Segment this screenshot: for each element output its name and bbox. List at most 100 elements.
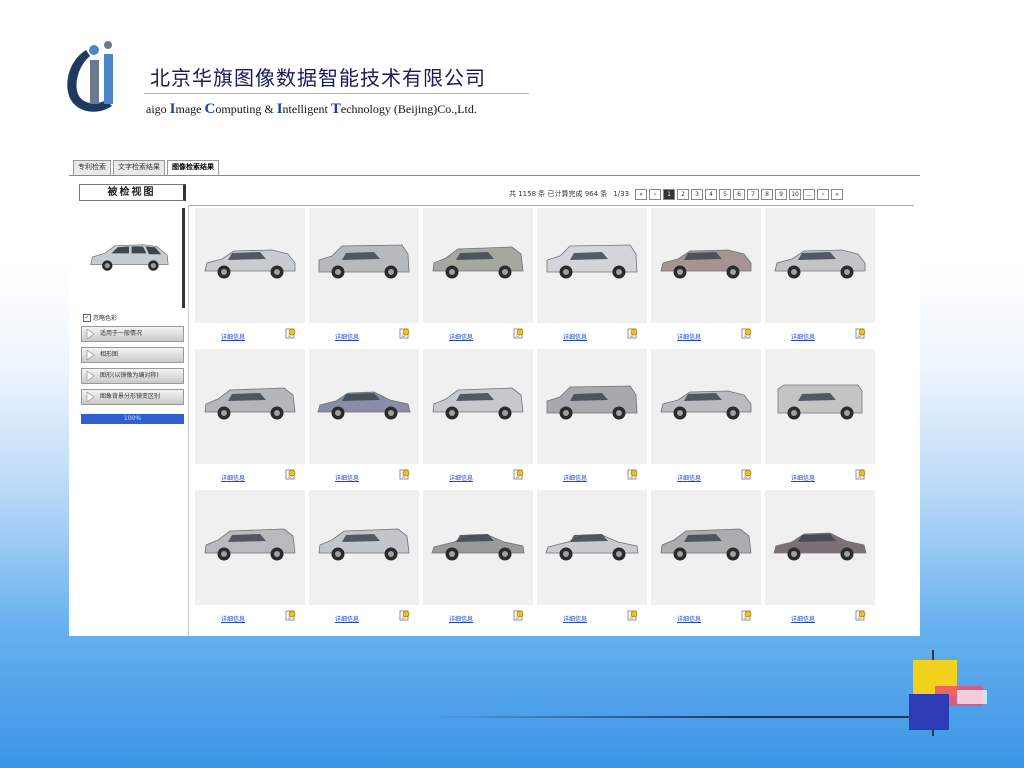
detail-link[interactable]: 详细信息 — [563, 614, 587, 623]
detail-info-icon[interactable] — [399, 610, 410, 621]
more-pages-button[interactable]: ... — [803, 188, 816, 200]
car-thumbnail[interactable] — [656, 520, 756, 566]
car-thumbnail[interactable] — [770, 379, 870, 425]
next-page-button[interactable]: › — [817, 188, 830, 200]
car-thumbnail[interactable] — [428, 520, 528, 566]
result-item[interactable]: 详细信息 — [765, 208, 875, 349]
car-thumbnail[interactable] — [542, 520, 642, 566]
result-item[interactable]: 详细信息 — [309, 208, 419, 349]
page-button-7[interactable]: 7 — [747, 188, 760, 200]
ignore-color-checkbox[interactable]: ✓ — [83, 313, 91, 322]
car-thumbnail[interactable] — [200, 238, 300, 284]
car-thumbnail[interactable] — [200, 520, 300, 566]
ignore-color-option[interactable]: ✓ 忽略色彩 — [83, 313, 117, 322]
car-thumbnail[interactable] — [314, 379, 414, 425]
detail-info-icon[interactable] — [285, 469, 296, 480]
detail-info-icon[interactable] — [855, 469, 866, 480]
result-item[interactable]: 详细信息 — [195, 349, 305, 490]
detail-info-icon[interactable] — [855, 328, 866, 339]
detail-link[interactable]: 详细信息 — [677, 614, 701, 623]
page-button-1[interactable]: 1 — [663, 188, 676, 200]
page-button-4[interactable]: 4 — [705, 188, 718, 200]
detail-link[interactable]: 详细信息 — [449, 614, 473, 623]
detail-link[interactable]: 详细信息 — [335, 614, 359, 623]
result-item[interactable]: 详细信息 — [651, 208, 761, 349]
detail-link[interactable]: 详细信息 — [221, 614, 245, 623]
result-item[interactable]: 详细信息 — [537, 208, 647, 349]
query-image-box — [79, 208, 185, 308]
detail-link[interactable]: 详细信息 — [221, 332, 245, 341]
result-item[interactable]: 详细信息 — [195, 208, 305, 349]
detail-link[interactable]: 详细信息 — [791, 614, 815, 623]
detail-link[interactable]: 详细信息 — [335, 332, 359, 341]
detail-info-icon[interactable] — [741, 469, 752, 480]
detail-info-icon[interactable] — [399, 328, 410, 339]
car-thumbnail[interactable] — [428, 379, 528, 425]
page-button-8[interactable]: 8 — [761, 188, 774, 200]
detail-link[interactable]: 详细信息 — [335, 473, 359, 482]
car-thumbnail[interactable] — [542, 379, 642, 425]
detail-info-icon[interactable] — [513, 469, 524, 480]
result-item[interactable]: 详细信息 — [423, 349, 533, 490]
tab-text-results[interactable]: 文字检索结果 — [113, 160, 165, 175]
detail-info-icon[interactable] — [627, 610, 638, 621]
result-item[interactable]: 详细信息 — [195, 490, 305, 631]
car-thumbnail[interactable] — [428, 238, 528, 284]
result-item[interactable]: 详细信息 — [651, 349, 761, 490]
detail-info-icon[interactable] — [399, 469, 410, 480]
first-page-button[interactable]: « — [635, 188, 648, 200]
result-item[interactable]: 详细信息 — [651, 490, 761, 631]
last-page-button[interactable]: » — [831, 188, 844, 200]
results-gallery: 详细信息 详细信息 详细信息 详细信息 详细信息 详细信息 详细信息 详细信息 详细信息 详细信息… — [195, 208, 875, 631]
page-button-2[interactable]: 2 — [677, 188, 690, 200]
car-thumbnail[interactable] — [314, 238, 414, 284]
result-item[interactable]: 详细信息 — [423, 208, 533, 349]
detail-link[interactable]: 详细信息 — [677, 473, 701, 482]
tab-image-results[interactable]: 图像检索结果 — [167, 160, 219, 175]
page-button-3[interactable]: 3 — [691, 188, 704, 200]
search-mode-background[interactable]: 图象背景分形镜变区别 — [81, 389, 184, 405]
car-thumbnail[interactable] — [314, 520, 414, 566]
detail-link[interactable]: 详细信息 — [563, 332, 587, 341]
detail-link[interactable]: 详细信息 — [791, 332, 815, 341]
search-mode-shape[interactable]: 相形图 — [81, 347, 184, 363]
detail-info-icon[interactable] — [741, 610, 752, 621]
car-thumbnail[interactable] — [770, 238, 870, 284]
result-item[interactable]: 详细信息 — [537, 490, 647, 631]
page-button-9[interactable]: 9 — [775, 188, 788, 200]
car-thumbnail[interactable] — [200, 379, 300, 425]
detail-link[interactable]: 详细信息 — [449, 332, 473, 341]
detail-info-icon[interactable] — [855, 610, 866, 621]
result-item[interactable]: 详细信息 — [423, 490, 533, 631]
result-item[interactable]: 详细信息 — [537, 349, 647, 490]
detail-link[interactable]: 详细信息 — [563, 473, 587, 482]
detail-info-icon[interactable] — [513, 610, 524, 621]
detail-info-icon[interactable] — [627, 469, 638, 480]
detail-info-icon[interactable] — [513, 328, 524, 339]
page-button-5[interactable]: 5 — [719, 188, 732, 200]
detail-link[interactable]: 详细信息 — [449, 473, 473, 482]
prev-page-button[interactable]: ‹ — [649, 188, 662, 200]
tab-patent-search[interactable]: 专利检索 — [73, 160, 111, 175]
detail-link[interactable]: 详细信息 — [677, 332, 701, 341]
detail-link[interactable]: 详细信息 — [791, 473, 815, 482]
result-item[interactable]: 详细信息 — [309, 490, 419, 631]
page-button-10[interactable]: 10 — [789, 188, 802, 200]
result-item[interactable]: 详细信息 — [765, 490, 875, 631]
car-thumbnail[interactable] — [770, 520, 870, 566]
car-thumbnail[interactable] — [656, 379, 756, 425]
result-item[interactable]: 详细信息 — [765, 349, 875, 490]
detail-info-icon[interactable] — [285, 610, 296, 621]
detail-info-icon[interactable] — [627, 328, 638, 339]
detail-info-icon[interactable] — [285, 328, 296, 339]
detail-link[interactable]: 详细信息 — [221, 473, 245, 482]
detail-info-icon[interactable] — [741, 328, 752, 339]
chevron-right-icon — [86, 392, 95, 402]
search-mode-general[interactable]: 适用于一般情况 — [81, 326, 184, 342]
car-thumbnail[interactable] — [656, 238, 756, 284]
page-button-6[interactable]: 6 — [733, 188, 746, 200]
car-thumbnail[interactable] — [542, 238, 642, 284]
search-mode-mirror[interactable]: 图形(以镜像为编对称) — [81, 368, 184, 384]
result-item[interactable]: 详细信息 — [309, 349, 419, 490]
decorative-squares — [909, 650, 987, 736]
